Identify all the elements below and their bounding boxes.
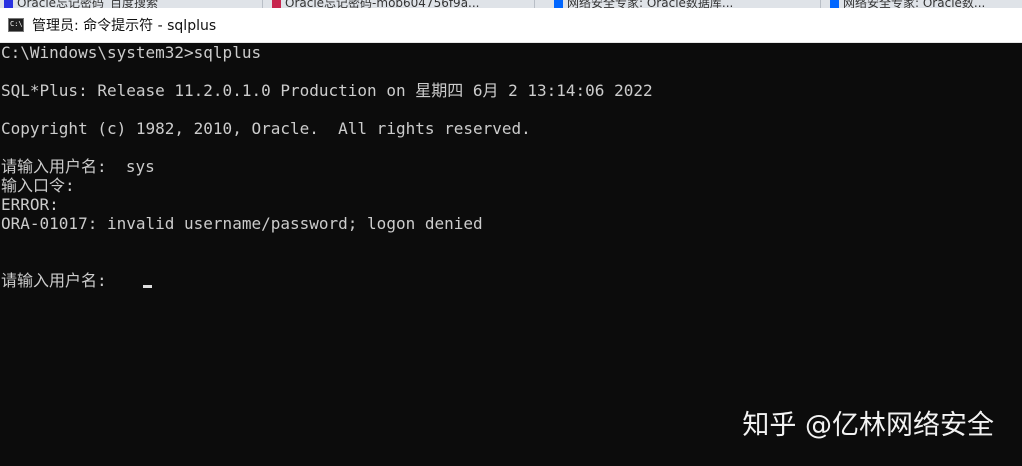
window-title: 管理员: 命令提示符 - sqlplus [32,18,217,34]
zhihu-icon [830,0,839,8]
console-line: 输入口令: [1,176,75,195]
browser-tab-3[interactable]: 网络安全专家: Oracle数据库... [550,0,821,8]
browser-tab-2[interactable]: Oracle忘记密码-mob604756f9a... [268,0,535,8]
console-title-bar[interactable]: 管理员: 命令提示符 - sqlplus [0,8,1022,43]
console-line: SQL*Plus: Release 11.2.0.1.0 Production … [1,81,653,100]
browser-tab-strip: Oracle忘记密码_百度搜索 Oracle忘记密码-mob604756f9a.… [0,0,1022,8]
console-line: 请输入用户名: sys [1,157,155,176]
cmd-icon [8,18,24,32]
text-cursor [143,285,152,288]
browser-tab-label: 网络安全专家: Oracle数据库... [567,0,734,8]
browser-tab-1[interactable]: Oracle忘记密码_百度搜索 [0,0,263,8]
browser-tab-label: Oracle忘记密码_百度搜索 [17,0,159,8]
baidu-paw-icon [4,0,13,8]
browser-tab-label: 网络安全专家: Oracle数... [843,0,986,8]
zhihu-icon [554,0,563,8]
console-line: ERROR: [1,195,59,214]
browser-tab-label: Oracle忘记密码-mob604756f9a... [285,0,480,8]
red-site-icon [272,0,281,8]
browser-tab-4[interactable]: 网络安全专家: Oracle数... [826,0,1022,8]
zhihu-watermark: 知乎 @亿林网络安全 [742,410,994,441]
console-line: C:\Windows\system32>sqlplus [1,43,262,62]
console-prompt-line: 请输入用户名: [1,271,126,290]
console-line: Copyright (c) 1982, 2010, Oracle. All ri… [1,119,531,138]
console-line: ORA-01017: invalid username/password; lo… [1,214,483,233]
